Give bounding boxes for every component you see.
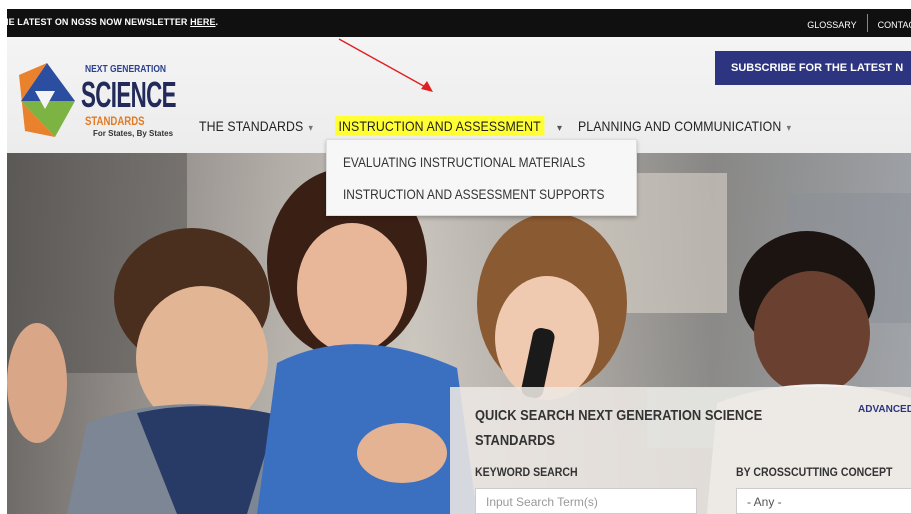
logo-line-science: SCIENCE: [81, 74, 176, 115]
utility-links: GLOSSARY CONTAC: [807, 14, 911, 35]
logo-line-standards: STANDARDS: [85, 114, 145, 128]
logo-tagline: For States, By States: [93, 129, 174, 138]
dropdown-item-evaluating-materials[interactable]: EVALUATING INSTRUCTIONAL MATERIALS: [343, 154, 585, 170]
quick-search-title: QUICK SEARCH NEXT GENERATION SCIENCE STA…: [475, 407, 763, 449]
instruction-dropdown-menu: EVALUATING INSTRUCTIONAL MATERIALS INSTR…: [326, 139, 637, 216]
logo-mark-icon: [19, 63, 75, 137]
newsletter-banner: HE LATEST ON NGSS NOW NEWSLETTER HERE.: [7, 17, 218, 27]
newsletter-text: HE LATEST ON NGSS NOW NEWSLETTER: [7, 17, 191, 27]
chevron-down-icon: ▾: [308, 123, 314, 134]
nav-label: INSTRUCTION AND ASSESSMENT: [338, 118, 541, 134]
keyword-search-input[interactable]: Input Search Term(s): [475, 488, 697, 514]
advanced-search-link[interactable]: ADVANCED: [858, 404, 911, 415]
dropdown-item-assessment-supports[interactable]: INSTRUCTION AND ASSESSMENT SUPPORTS: [343, 186, 604, 202]
glossary-link[interactable]: GLOSSARY: [807, 20, 856, 30]
keyword-search-label: KEYWORD SEARCH: [475, 465, 578, 479]
chevron-down-icon: ▾: [786, 123, 792, 134]
annotation-arrow-icon: [338, 38, 433, 92]
newsletter-suffix: .: [215, 17, 219, 27]
nav-item-the-standards[interactable]: THE STANDARDS ▾: [199, 118, 313, 134]
contact-link[interactable]: CONTAC: [878, 20, 911, 30]
nav-label: PLANNING AND COMMUNICATION: [578, 118, 782, 134]
nav-label: THE STANDARDS: [199, 118, 304, 134]
page-frame: HE LATEST ON NGSS NOW NEWSLETTER HERE. G…: [7, 9, 911, 514]
ngss-logo[interactable]: NEXT GENERATION SCIENCE STANDARDS For St…: [15, 51, 176, 141]
subscribe-button[interactable]: SUBSCRIBE FOR THE LATEST N: [715, 51, 911, 85]
nav-item-planning-and-communication[interactable]: PLANNING AND COMMUNICATION ▾: [578, 118, 791, 134]
divider: [866, 14, 868, 32]
chevron-down-icon[interactable]: ▾: [557, 123, 562, 134]
nav-item-instruction-and-assessment[interactable]: INSTRUCTION AND ASSESSMENT: [335, 116, 545, 136]
quick-search-panel: QUICK SEARCH NEXT GENERATION SCIENCE STA…: [450, 387, 911, 514]
crosscutting-concept-label: BY CROSSCUTTING CONCEPT: [736, 465, 893, 479]
top-bar: HE LATEST ON NGSS NOW NEWSLETTER HERE. G…: [7, 9, 911, 37]
site-header: NEXT GENERATION SCIENCE STANDARDS For St…: [7, 37, 911, 153]
crosscutting-concept-select[interactable]: - Any -: [736, 488, 911, 514]
newsletter-here-link[interactable]: HERE: [190, 17, 215, 27]
